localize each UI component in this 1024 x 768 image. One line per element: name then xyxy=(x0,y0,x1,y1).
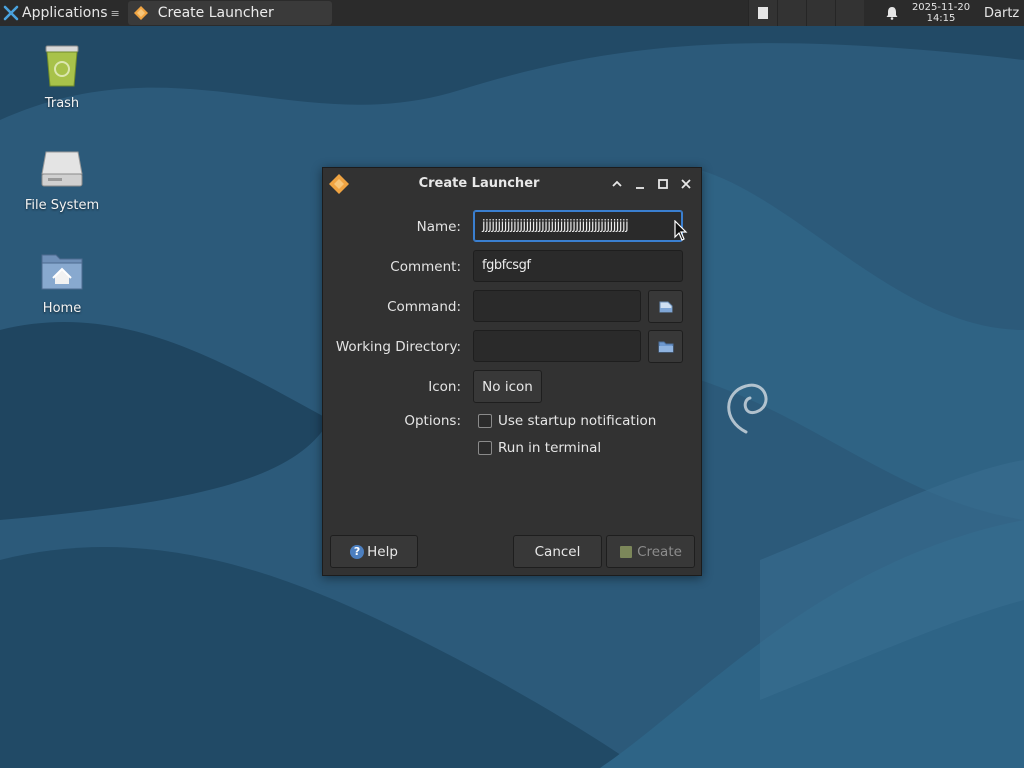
browse-command-button[interactable] xyxy=(648,290,683,323)
help-button-label: Help xyxy=(367,543,398,560)
run-in-terminal-checkbox[interactable]: Run in terminal xyxy=(478,440,601,456)
command-input[interactable] xyxy=(473,290,641,322)
taskbar-item-create-launcher[interactable]: Create Launcher xyxy=(127,1,332,25)
clock-date: 2025-11-20 xyxy=(911,2,971,13)
desktop-icon-file-system[interactable]: File System xyxy=(12,146,112,213)
cancel-button-label: Cancel xyxy=(534,543,581,560)
close-button[interactable] xyxy=(678,176,694,192)
create-icon xyxy=(620,545,633,558)
maximize-button[interactable] xyxy=(655,176,671,192)
dialog-title: Create Launcher xyxy=(418,176,540,191)
dialog-titlebar[interactable]: Create Launcher xyxy=(323,168,701,198)
mouse-pointer-icon xyxy=(674,220,688,241)
icon-chooser-button[interactable]: No icon xyxy=(473,370,542,403)
maximize-icon xyxy=(658,179,668,189)
help-icon: ? xyxy=(350,544,365,559)
icon-chooser-label: No icon xyxy=(482,378,533,395)
checkbox-box[interactable] xyxy=(478,414,492,428)
trash-icon xyxy=(45,45,79,87)
workspace-4-button[interactable] xyxy=(835,0,864,26)
name-input-value: jjjjjjjjjjjjjjjjjjjjjjjjjjjjjjjjjjjjjjjj… xyxy=(482,218,629,233)
menu-indicator: ≡ xyxy=(110,6,120,20)
comment-input-value: fgbfcsgf xyxy=(482,258,531,273)
desktop-icon-label: Home xyxy=(42,301,82,316)
workspace-1-button[interactable] xyxy=(748,0,777,26)
desktop: Applications ≡ Create Launcher 2025-11-2… xyxy=(0,0,1024,768)
cancel-button[interactable]: Cancel xyxy=(513,535,602,568)
chevron-up-icon xyxy=(612,180,622,187)
top-panel: Applications ≡ Create Launcher 2025-11-2… xyxy=(0,0,1024,26)
bell-icon xyxy=(886,7,898,20)
icon-label: Icon: xyxy=(428,379,461,395)
options-label: Options: xyxy=(404,413,461,429)
desktop-icon-label: File System xyxy=(24,198,100,213)
workspace-3-button[interactable] xyxy=(806,0,835,26)
close-icon xyxy=(681,179,691,189)
checkbox-box[interactable] xyxy=(478,441,492,455)
create-launcher-dialog: Create Launcher Name: jjjjjjjjjjjjjjjjjj… xyxy=(322,167,702,576)
working-directory-input[interactable] xyxy=(473,330,641,362)
comment-label: Comment: xyxy=(390,259,461,275)
applications-label: Applications xyxy=(22,5,108,21)
working-directory-label: Working Directory: xyxy=(335,339,461,355)
create-button-label: Create xyxy=(637,543,682,560)
xfce-logo-icon xyxy=(3,5,19,21)
notifications-button[interactable] xyxy=(878,6,906,20)
minimize-icon xyxy=(636,187,644,189)
applications-menu-button[interactable]: Applications ≡ xyxy=(0,0,124,26)
startup-notification-label: Use startup notification xyxy=(498,413,657,429)
name-input[interactable]: jjjjjjjjjjjjjjjjjjjjjjjjjjjjjjjjjjjjjjjj… xyxy=(473,210,683,242)
help-button[interactable]: ? Help xyxy=(330,535,418,568)
clock-time: 14:15 xyxy=(926,13,956,24)
clock[interactable]: 2025-11-20 14:15 xyxy=(906,2,976,24)
comment-input[interactable]: fgbfcsgf xyxy=(473,250,683,282)
home-folder-icon xyxy=(41,254,83,290)
desktop-icon-home[interactable]: Home xyxy=(12,249,112,316)
startup-notification-checkbox[interactable]: Use startup notification xyxy=(478,413,656,429)
minimize-button[interactable] xyxy=(632,176,648,192)
launcher-diamond-icon xyxy=(133,6,148,20)
create-button[interactable]: Create xyxy=(606,535,695,568)
run-in-terminal-label: Run in terminal xyxy=(498,440,602,456)
desktop-icon-trash[interactable]: Trash xyxy=(12,42,112,111)
desktop-icon-label: Trash xyxy=(44,96,80,111)
shade-button[interactable] xyxy=(609,176,625,192)
file-open-icon xyxy=(659,301,672,312)
drive-icon xyxy=(41,151,83,187)
browse-directory-button[interactable] xyxy=(648,330,683,363)
user-menu[interactable]: Dartz xyxy=(976,6,1024,21)
name-label: Name: xyxy=(416,219,461,235)
taskbar-item-label: Create Launcher xyxy=(157,5,274,21)
workspace-2-button[interactable] xyxy=(777,0,806,26)
command-label: Command: xyxy=(387,299,461,315)
workspace-icon xyxy=(758,7,768,19)
folder-icon xyxy=(658,341,673,352)
